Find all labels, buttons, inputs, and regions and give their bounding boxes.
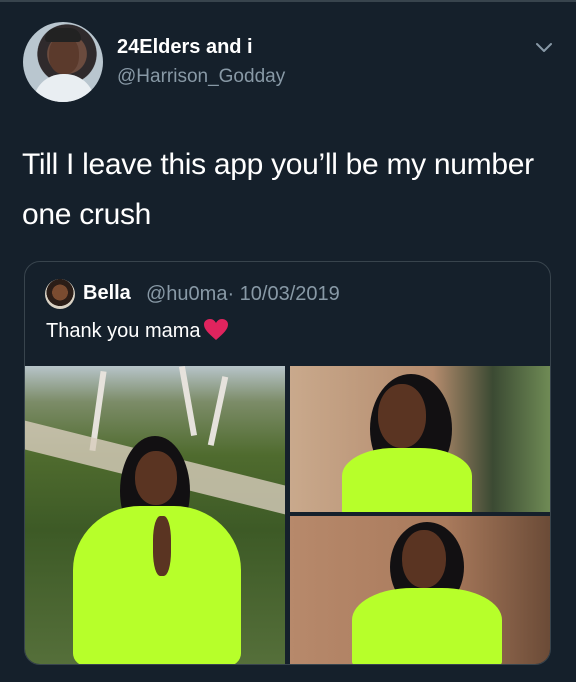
author-handle[interactable]: @Harrison_Godday [117, 66, 285, 88]
media-grid [25, 366, 550, 664]
tweet-text: Till I leave this app you’ll be my numbe… [22, 148, 534, 231]
media-photo-1[interactable] [25, 366, 285, 664]
author-avatar[interactable] [23, 22, 103, 102]
tree-trunk [207, 376, 229, 446]
author-display-name[interactable]: 24Elders and i [117, 36, 253, 59]
chevron-down-icon[interactable] [536, 42, 552, 54]
quoted-author-handle[interactable]: @hu0ma [146, 283, 227, 305]
person-green-top [352, 588, 502, 664]
person-neckline [153, 516, 171, 576]
quoted-author-name[interactable]: Bella [83, 282, 131, 305]
person-face [135, 451, 177, 505]
avatar-cap [45, 28, 81, 42]
quoted-tweet-text: Thank you mama [46, 320, 201, 342]
top-divider [0, 0, 576, 2]
quoted-tweet-card[interactable]: Bella @hu0ma· 10/03/2019 Thank you mama [24, 261, 551, 665]
media-photo-3[interactable] [290, 516, 550, 664]
avatar-shirt [33, 74, 95, 102]
tree-trunk [178, 366, 198, 436]
person-face [378, 384, 426, 448]
quoted-tweet-text-row: Thank you mama [46, 318, 229, 343]
quoted-author-meta: @hu0ma· 10/03/2019 [146, 283, 340, 306]
red-heart-icon [203, 319, 228, 340]
media-photo-2[interactable] [290, 366, 550, 512]
person-face [402, 530, 446, 588]
quoted-author-avatar[interactable] [45, 279, 75, 309]
person-green-top [342, 448, 472, 512]
quoted-tweet-date: · 10/03/2019 [227, 283, 340, 305]
